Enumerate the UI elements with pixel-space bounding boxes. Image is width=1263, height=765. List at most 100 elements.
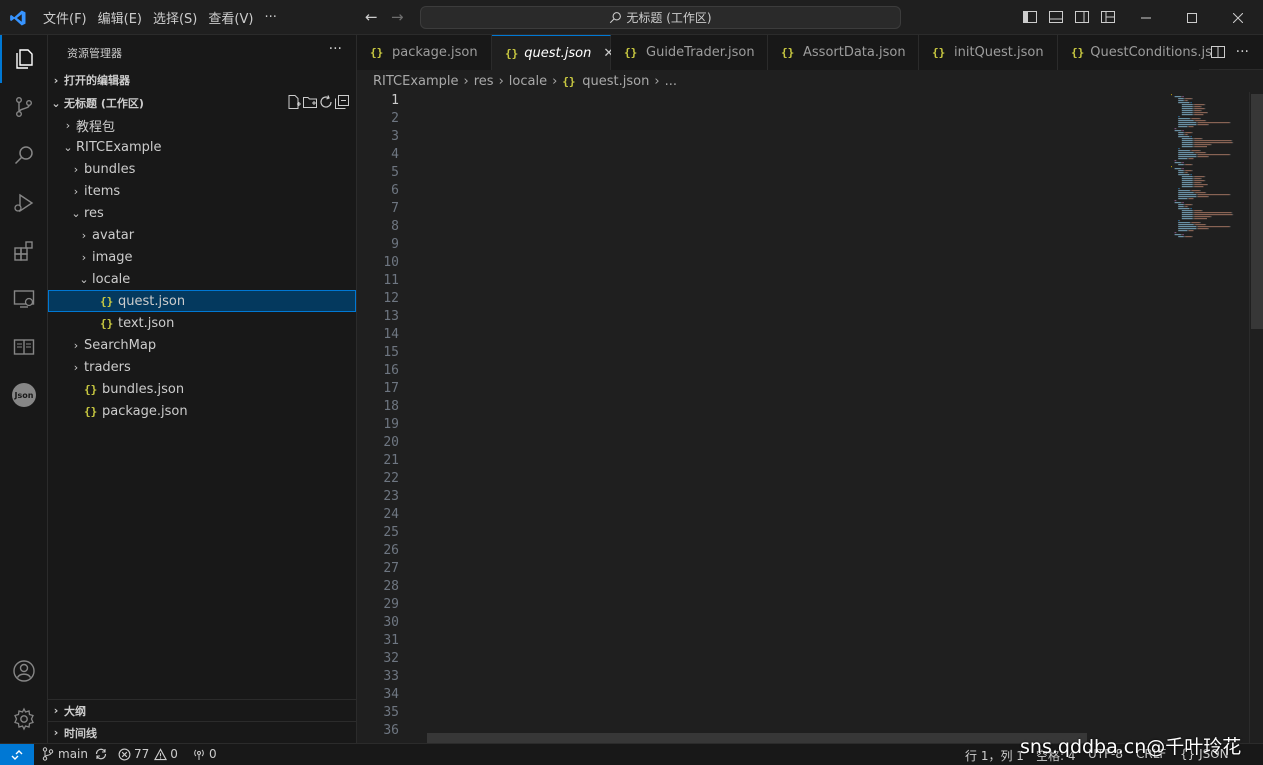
scrollbar-thumb[interactable] [1251, 94, 1263, 329]
problems-status[interactable]: 77 0 [118, 747, 178, 761]
sidebar-more-button[interactable]: ··· [329, 41, 342, 57]
minimap-token [1185, 100, 1188, 102]
breadcrumb-item[interactable]: quest.json [582, 74, 649, 89]
minimap-token [1194, 180, 1205, 182]
minimap-token [1191, 150, 1200, 152]
breadcrumb-item[interactable]: res [474, 74, 494, 89]
minimap-token [1232, 142, 1234, 144]
tree-folder[interactable]: › image [48, 246, 356, 268]
outline-section[interactable]: › 大纲 [48, 699, 356, 721]
json-tools-activity[interactable]: Json [0, 371, 48, 419]
toggle-secondary-sidebar-icon[interactable] [1074, 9, 1090, 25]
open-editors-section[interactable]: › 打开的编辑器 [48, 69, 356, 91]
minimap-token [1183, 236, 1186, 238]
vertical-scrollbar[interactable] [1249, 92, 1263, 743]
tab-assortdata-json[interactable]: {} AssortData.json [768, 35, 919, 70]
ports-status[interactable]: 0 [192, 747, 217, 761]
minimap-token [1178, 158, 1188, 160]
tree-file[interactable]: {} bundles.json [48, 378, 356, 400]
menu-file[interactable]: 文件(F) [38, 8, 92, 27]
split-editor-icon[interactable] [1210, 44, 1226, 60]
cursor-position[interactable]: 行 1，列 1 [965, 747, 1024, 764]
toggle-panel-icon[interactable] [1048, 9, 1064, 25]
menu-selection[interactable]: 选择(S) [148, 8, 202, 27]
scrollbar-thumb[interactable] [427, 733, 1087, 743]
search-activity[interactable] [0, 131, 48, 179]
manage-activity[interactable] [0, 695, 48, 743]
line-number: 24 [383, 507, 399, 522]
new-folder-icon[interactable] [302, 94, 318, 110]
tab-package-json[interactable]: {} package.json [357, 35, 492, 70]
sync-icon[interactable] [94, 747, 108, 761]
code-editor[interactable]: 1 2 3 4 5 6 7 8 9 10 11 12 13 14 15 16 17 18 19 20 21 22 23 24 2… [357, 92, 1263, 743]
tree-folder[interactable]: › items [48, 180, 356, 202]
command-center-search[interactable]: 无标题 (工作区) [420, 6, 901, 29]
back-arrow-icon[interactable]: ← [365, 8, 378, 26]
breadcrumb-separator-icon: › [498, 73, 504, 89]
minimap-token [1178, 102, 1189, 104]
timeline-section[interactable]: › 时间线 [48, 721, 356, 743]
minimize-icon [1141, 17, 1151, 18]
tree-folder[interactable]: › 教程包 [48, 114, 356, 136]
workspace-section[interactable]: ⌄ 无标题 (工作区) [48, 92, 356, 114]
minimap[interactable] [1163, 92, 1249, 743]
tree-folder[interactable]: ⌄ res [48, 202, 356, 224]
minimap-token [1196, 154, 1198, 156]
tree-folder[interactable]: › traders [48, 356, 356, 378]
line-number: 4 [391, 147, 399, 162]
tree-folder[interactable]: › bundles [48, 158, 356, 180]
error-count: 77 [134, 747, 150, 761]
editor-more-actions-icon[interactable]: ··· [1236, 44, 1249, 60]
collapse-all-icon[interactable] [334, 94, 350, 110]
explorer-activity[interactable] [0, 35, 48, 83]
tab-quest-json[interactable]: {} quest.json ✕ [492, 35, 614, 70]
minimap-token [1187, 198, 1189, 200]
remote-explorer-activity[interactable] [0, 275, 48, 323]
toggle-primary-sidebar-icon[interactable] [1022, 9, 1038, 25]
maximize-button[interactable] [1169, 0, 1215, 35]
source-control-activity[interactable] [0, 83, 48, 131]
minimap-token [1194, 176, 1205, 178]
json-file-icon: {} [505, 46, 519, 60]
json-file-icon: {} [84, 382, 98, 396]
line-number: 6 [391, 183, 399, 198]
menu-view[interactable]: 查看(V) [203, 8, 258, 27]
run-debug-activity[interactable] [0, 179, 48, 227]
tree-folder[interactable]: › avatar [48, 224, 356, 246]
new-file-icon[interactable] [286, 94, 302, 110]
minimap-token [1194, 182, 1201, 184]
chevron-right-icon: › [73, 360, 79, 374]
menu-more[interactable]: ··· [259, 10, 281, 25]
accounts-activity[interactable] [0, 647, 48, 695]
minimap-token [1195, 152, 1206, 154]
tree-folder[interactable]: ⌄ locale [48, 268, 356, 290]
tree-file[interactable]: {} package.json [48, 400, 356, 422]
gear-icon [14, 707, 34, 731]
minimize-button[interactable] [1123, 0, 1169, 35]
tab-questconditions-js[interactable]: {} QuestConditions.js [1058, 35, 1212, 70]
source-control-icon [15, 97, 32, 118]
menu-edit[interactable]: 编辑(E) [93, 8, 147, 27]
breadcrumb-item[interactable]: ... [665, 74, 677, 89]
minimap-token [1171, 166, 1172, 168]
tree-file[interactable]: {} text.json [48, 312, 356, 334]
close-window-button[interactable] [1215, 0, 1261, 35]
tab-initquest-json[interactable]: {} initQuest.json [919, 35, 1058, 70]
command-center-text: 无标题 (工作区) [626, 11, 712, 25]
branch-status[interactable]: main [42, 747, 108, 761]
breadcrumb-item[interactable]: RITCExample [373, 74, 459, 89]
extensions-activity[interactable] [0, 227, 48, 275]
tree-folder[interactable]: ⌄ RITCExample [48, 136, 356, 158]
minimap-token [1192, 184, 1195, 186]
tree-folder[interactable]: › SearchMap [48, 334, 356, 356]
docs-activity[interactable] [0, 323, 48, 371]
minimap-token [1231, 140, 1233, 142]
minimap-token [1199, 150, 1201, 152]
refresh-icon[interactable] [318, 94, 334, 110]
remote-indicator[interactable] [0, 744, 34, 765]
breadcrumb-item[interactable]: locale [509, 74, 547, 89]
tab-guidetrader-json[interactable]: {} GuideTrader.json [611, 35, 768, 70]
forward-arrow-icon[interactable]: → [391, 8, 404, 26]
tree-file[interactable]: {} quest.json [48, 290, 356, 312]
customize-layout-icon[interactable] [1100, 9, 1116, 25]
